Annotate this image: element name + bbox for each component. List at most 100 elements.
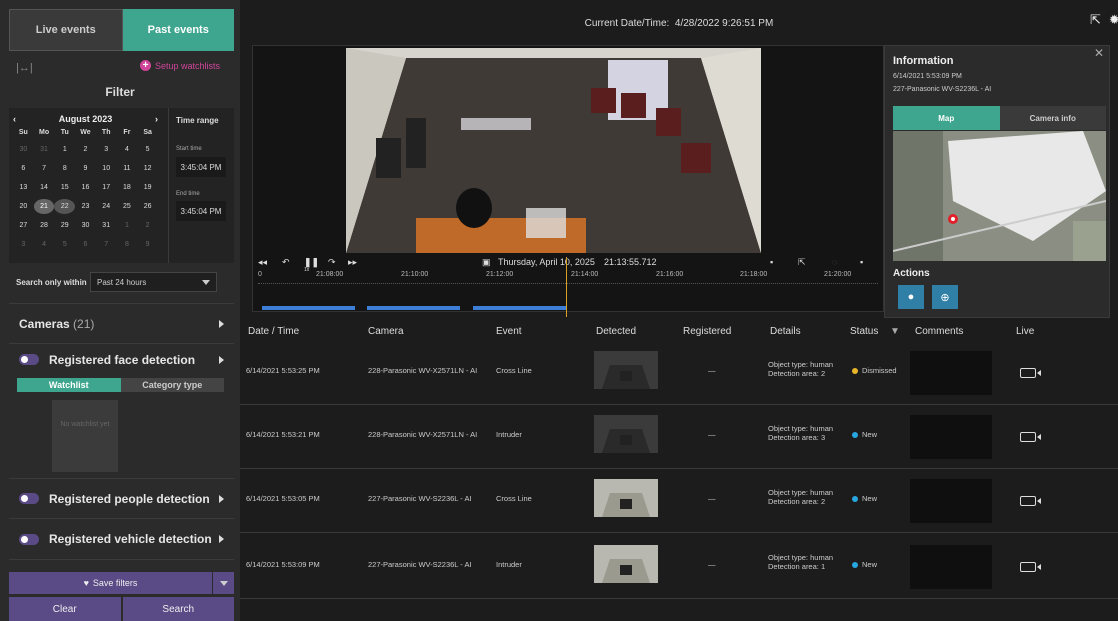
calendar-day[interactable]: 8 (54, 161, 75, 176)
gear-icon[interactable]: ✹ (1109, 12, 1118, 28)
calendar-day[interactable]: 16 (75, 180, 96, 195)
calendar-day[interactable]: 19 (137, 180, 158, 195)
calendar-day[interactable]: 7 (34, 161, 55, 176)
timeline-segment[interactable] (367, 306, 460, 310)
export-icon[interactable]: ⇱ (1090, 12, 1101, 28)
calendar-day[interactable]: 17 (96, 180, 117, 195)
tab-watchlist[interactable]: Watchlist (17, 378, 121, 392)
calendar-day[interactable]: 31 (34, 142, 55, 157)
timeline-ruler[interactable]: 0 21:08:00 21:10:00 21:12:00 21:14:00 21:16:0… (258, 271, 878, 283)
snapshot-icon[interactable]: ▪ (770, 257, 773, 267)
calendar-day[interactable]: 18 (117, 180, 138, 195)
col-details[interactable]: Details (770, 326, 801, 337)
calendar-day[interactable]: 21 (33, 199, 55, 214)
calendar-day[interactable]: 4 (34, 237, 55, 252)
calendar-day[interactable]: 23 (75, 199, 96, 214)
detection-thumbnail[interactable] (594, 545, 658, 583)
comment-box[interactable] (910, 351, 992, 395)
face-detection-toggle[interactable] (19, 354, 39, 365)
location-map[interactable] (893, 131, 1106, 261)
people-detection-section[interactable]: Registered people detection (9, 478, 234, 518)
calendar-day[interactable]: 2 (75, 142, 96, 157)
calendar-day[interactable]: 5 (54, 237, 75, 252)
calendar-day[interactable]: 20 (13, 199, 34, 214)
live-camera-icon[interactable] (1020, 368, 1041, 378)
timeline-segment[interactable] (262, 306, 355, 310)
calendar-day[interactable]: 6 (75, 237, 96, 252)
calendar-day[interactable]: 30 (13, 142, 34, 157)
calendar-day[interactable]: 9 (75, 161, 96, 176)
calendar-day[interactable]: 7 (96, 237, 117, 252)
step-forward-icon[interactable]: ↷ (328, 257, 336, 268)
calendar-day[interactable]: 1 (117, 218, 138, 233)
comment-box[interactable] (910, 545, 992, 589)
filter-icon[interactable]: ▼ (890, 326, 900, 337)
calendar-day[interactable]: 29 (54, 218, 75, 233)
calendar-day[interactable]: 26 (137, 199, 158, 214)
live-camera-icon[interactable] (1020, 562, 1041, 572)
timeline-playhead[interactable] (566, 257, 567, 317)
calendar-day[interactable]: 15 (54, 180, 75, 195)
table-row[interactable]: 6/14/2021 5:53:25 PM 228-Parasonic WV-X2… (240, 341, 1118, 405)
skip-back-icon[interactable]: ◂◂ (258, 257, 267, 268)
calendar-day[interactable]: 4 (117, 142, 138, 157)
tab-live-events[interactable]: Live events (9, 9, 123, 51)
col-datetime[interactable]: Date / Time (248, 326, 299, 337)
calendar-day[interactable]: 30 (75, 218, 96, 233)
face-detection-section[interactable]: Registered face detection (9, 343, 234, 375)
comment-box[interactable] (910, 479, 992, 523)
zoom-search-button[interactable]: ⊕ (932, 285, 958, 309)
calendar-day[interactable]: 24 (96, 199, 117, 214)
detection-thumbnail[interactable] (594, 479, 658, 517)
calendar-day[interactable]: 3 (96, 142, 117, 157)
calendar-day[interactable]: 22 (54, 199, 76, 214)
table-row[interactable]: 6/14/2021 5:53:21 PM 228-Parasonic WV-X2… (240, 405, 1118, 469)
col-camera[interactable]: Camera (368, 326, 404, 337)
search-within-select[interactable]: Past 24 hours (90, 272, 217, 292)
people-detection-toggle[interactable] (19, 493, 39, 504)
calendar-day[interactable]: 1 (54, 142, 75, 157)
comment-box[interactable] (910, 415, 992, 459)
live-camera-icon[interactable] (1020, 432, 1041, 442)
tab-category-type[interactable]: Category type (120, 378, 224, 392)
calendar-day[interactable]: 31 (96, 218, 117, 233)
col-comments[interactable]: Comments (915, 326, 963, 337)
setup-watchlists-link[interactable]: + Setup watchlists (140, 60, 220, 71)
step-back-icon[interactable]: ↶ (282, 257, 290, 268)
live-camera-icon[interactable] (1020, 496, 1041, 506)
table-row[interactable]: 6/14/2021 5:53:05 PM 227-Parasonic WV-S2… (240, 469, 1118, 533)
table-row[interactable]: 6/14/2021 5:53:09 PM 227-Parasonic WV-S2… (240, 535, 1118, 599)
search-button[interactable]: Search (122, 597, 234, 621)
calendar-day[interactable]: 11 (117, 161, 138, 176)
collapse-panel-icon[interactable]: |↔| (16, 62, 33, 74)
close-icon[interactable]: ✕ (1094, 46, 1104, 60)
calendar-day[interactable]: 14 (34, 180, 55, 195)
calendar-day[interactable]: 13 (13, 180, 34, 195)
calendar-day[interactable]: 28 (34, 218, 55, 233)
calendar-day[interactable]: 9 (137, 237, 158, 252)
calendar-day[interactable]: 5 (137, 142, 158, 157)
clear-button[interactable]: Clear (9, 597, 121, 621)
tab-past-events[interactable]: Past events (122, 9, 234, 51)
calendar-day[interactable]: 6 (13, 161, 34, 176)
col-event[interactable]: Event (496, 326, 522, 337)
col-registered[interactable]: Registered (683, 326, 731, 337)
save-filters-dropdown[interactable] (212, 572, 234, 594)
detection-thumbnail[interactable] (594, 351, 658, 389)
col-detected[interactable]: Detected (596, 326, 636, 337)
fullscreen-icon[interactable]: ▪ (860, 257, 863, 267)
col-live[interactable]: Live (1016, 326, 1034, 337)
start-time-input[interactable]: 3:45:04 PM (176, 157, 226, 177)
cameras-section[interactable]: Cameras (21) (9, 303, 234, 343)
next-month-icon[interactable]: › (155, 114, 158, 124)
export-clip-icon[interactable]: ⇱ (798, 257, 806, 268)
tab-map[interactable]: Map (893, 106, 1000, 130)
vehicle-detection-section[interactable]: Registered vehicle detection (9, 518, 234, 560)
end-time-input[interactable]: 3:45:04 PM (176, 201, 226, 221)
tab-camera-info[interactable]: Camera info (999, 106, 1106, 130)
calendar-day[interactable]: 12 (137, 161, 158, 176)
calendar-day[interactable]: 2 (137, 218, 158, 233)
vehicle-detection-toggle[interactable] (19, 533, 39, 545)
calendar-day[interactable]: 10 (96, 161, 117, 176)
skip-forward-icon[interactable]: ▸▸ (348, 257, 357, 268)
